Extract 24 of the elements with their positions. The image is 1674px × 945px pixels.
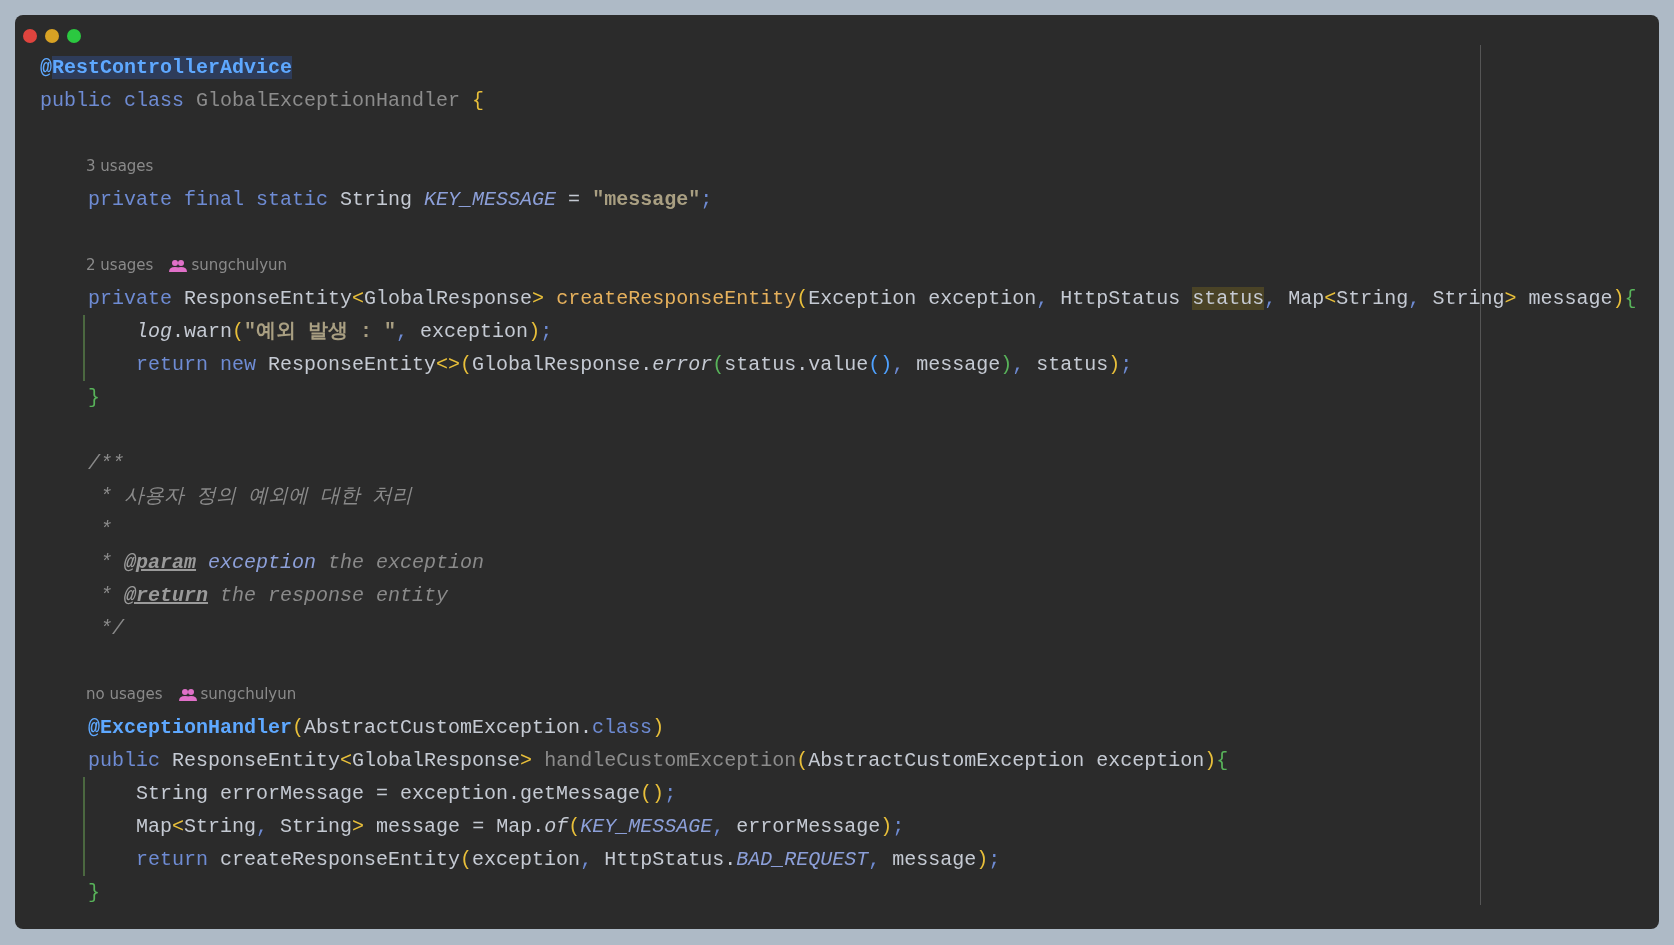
code-line: private ResponseEntity<GlobalResponse> createResponseEntity(Exception exception, HttpStatus status, Map<String, String> message){ xyxy=(87,286,1637,312)
zoom-button[interactable] xyxy=(67,29,81,43)
close-button[interactable] xyxy=(23,29,37,43)
code-line: } xyxy=(87,385,100,411)
code-line: } xyxy=(87,880,100,906)
usages-hint[interactable]: 2 usages xyxy=(86,249,154,282)
code-line: @RestControllerAdvice xyxy=(40,55,293,81)
usages-hint[interactable]: no usages xyxy=(86,678,163,711)
usages-hint[interactable]: 3 usages xyxy=(86,150,154,183)
code-line: private final static String KEY_MESSAGE = "message"; xyxy=(87,187,713,213)
code-line: * 사용자 정의 예외에 대한 처리 xyxy=(99,484,413,510)
author-hint[interactable]: sungchulyun xyxy=(200,678,297,711)
code-line: @ExceptionHandler(AbstractCustomException.class) xyxy=(87,715,665,741)
people-icon xyxy=(178,687,197,702)
minimize-button[interactable] xyxy=(45,29,59,43)
author-hint[interactable]: sungchulyun xyxy=(191,249,288,282)
code-line: * @return the response entity xyxy=(99,583,449,609)
code-line: public ResponseEntity<GlobalResponse> handleCustomException(AbstractCustomException exception){ xyxy=(87,748,1229,774)
people-icon xyxy=(169,258,188,273)
code-line: */ xyxy=(99,616,124,642)
code-line: * xyxy=(99,517,112,543)
code-line: * @param exception the exception xyxy=(99,550,485,576)
code-line: /** xyxy=(87,451,124,477)
code-line: public class GlobalExceptionHandler { xyxy=(40,88,485,114)
